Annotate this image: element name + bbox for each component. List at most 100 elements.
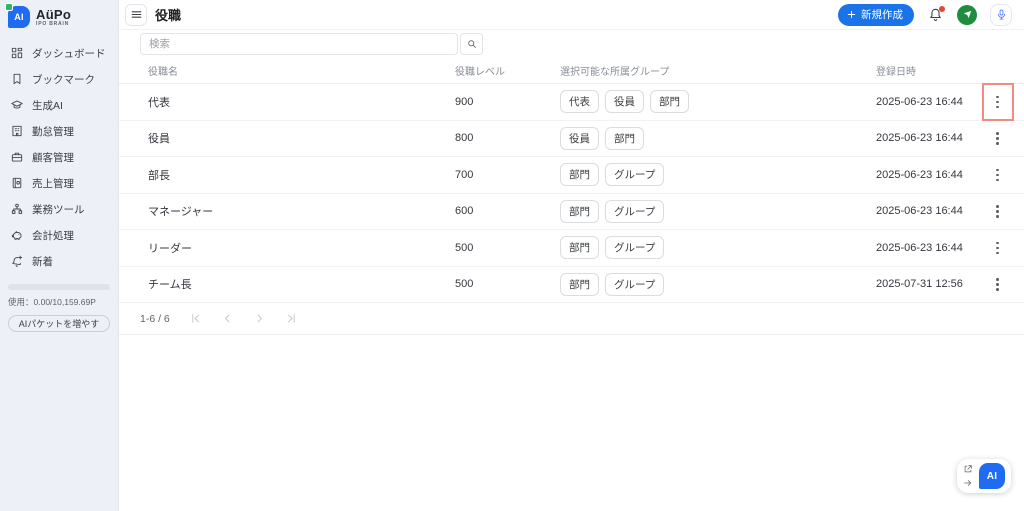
sidebar-item-bookmarks[interactable]: ブックマーク bbox=[0, 66, 118, 92]
ai-assistant-button[interactable]: AI bbox=[979, 463, 1005, 489]
table-row[interactable]: マネージャー 600 部門グループ 2025-06-23 16:44 bbox=[119, 194, 1024, 231]
row-kebab-menu-button[interactable] bbox=[987, 91, 1009, 113]
table-row[interactable]: 役員 800 役員部門 2025-06-23 16:44 bbox=[119, 121, 1024, 158]
row-kebab-menu-button[interactable] bbox=[987, 127, 1009, 149]
kebab-dot bbox=[996, 278, 999, 281]
ledger-icon bbox=[10, 176, 24, 190]
ai-bubble-text: AI bbox=[987, 471, 998, 482]
page-title: 役職 bbox=[155, 5, 181, 24]
registered-at: 2025-07-31 12:56 bbox=[876, 278, 971, 290]
hamburger-menu-button[interactable] bbox=[125, 4, 147, 26]
briefcase-icon bbox=[10, 150, 24, 164]
increase-ai-packets-button[interactable]: AIパケットを増やす bbox=[8, 315, 110, 332]
last-page-button[interactable] bbox=[285, 312, 298, 325]
building-icon bbox=[10, 124, 24, 138]
group-chip: グループ bbox=[605, 236, 664, 259]
first-page-icon bbox=[189, 312, 202, 325]
kebab-dot bbox=[996, 179, 999, 182]
role-level: 500 bbox=[455, 242, 560, 254]
row-kebab-menu-button[interactable] bbox=[987, 200, 1009, 222]
search-input[interactable] bbox=[140, 33, 458, 55]
role-name: マネージャー bbox=[148, 203, 455, 219]
table-row[interactable]: チーム長 500 部門グループ 2025-07-31 12:56 bbox=[119, 267, 1024, 304]
sidebar-item-generative-ai[interactable]: 生成AI bbox=[0, 92, 118, 118]
hamburger-icon bbox=[130, 8, 143, 21]
group-chips: 部門グループ bbox=[560, 163, 876, 186]
table-row[interactable]: 部長 700 部門グループ 2025-06-23 16:44 bbox=[119, 157, 1024, 194]
sidebar-item-business-tools[interactable]: 業務ツール bbox=[0, 196, 118, 222]
send-status-icon bbox=[962, 9, 973, 20]
role-level: 800 bbox=[455, 132, 560, 144]
column-header-role-name: 役職名 bbox=[148, 63, 455, 78]
brand-subtitle: IPO BRAIN bbox=[36, 22, 71, 27]
logo-bubble-text: AI bbox=[14, 12, 24, 22]
microphone-icon bbox=[995, 8, 1008, 21]
search-button[interactable] bbox=[460, 33, 483, 55]
role-level: 500 bbox=[455, 278, 560, 290]
main-content: 役職 新規作成 bbox=[119, 0, 1024, 511]
sidebar-item-whats-new[interactable]: 新着 bbox=[0, 248, 118, 274]
column-header-groups: 選択可能な所属グループ bbox=[560, 63, 876, 78]
sidebar-item-label: ダッシュボード bbox=[32, 46, 106, 61]
sidebar-item-label: 顧客管理 bbox=[32, 150, 74, 165]
logo[interactable]: AI AüPo IPO BRAIN bbox=[0, 0, 118, 32]
send-status-button[interactable] bbox=[957, 5, 977, 25]
chevron-left-icon bbox=[221, 312, 234, 325]
ai-assistant-widget[interactable]: AI bbox=[957, 459, 1011, 493]
notifications-button[interactable] bbox=[927, 6, 944, 24]
group-chip: 役員 bbox=[605, 90, 644, 113]
previous-page-button[interactable] bbox=[221, 312, 234, 325]
sidebar-item-sales[interactable]: 売上管理 bbox=[0, 170, 118, 196]
registered-at: 2025-06-23 16:44 bbox=[876, 96, 971, 108]
sidebar-item-dashboard[interactable]: ダッシュボード bbox=[0, 40, 118, 66]
row-kebab-menu-button[interactable] bbox=[987, 237, 1009, 259]
row-kebab-menu-button[interactable] bbox=[987, 273, 1009, 295]
next-page-button[interactable] bbox=[253, 312, 266, 325]
row-actions bbox=[971, 84, 1024, 120]
usage-text: 使用：0.00/10,159.69P bbox=[8, 296, 110, 308]
plus-icon bbox=[846, 9, 857, 20]
group-chip: 代表 bbox=[560, 90, 599, 113]
usage-block: 使用：0.00/10,159.69P AIパケットを増やす bbox=[0, 276, 118, 332]
table-body: 代表 900 代表役員部門 2025-06-23 16:44 役員 800 役員… bbox=[119, 84, 1024, 303]
topbar: 役職 新規作成 bbox=[119, 0, 1024, 30]
piggy-bank-icon bbox=[10, 228, 24, 242]
open-in-new-icon[interactable] bbox=[963, 464, 973, 474]
registered-at: 2025-06-23 16:44 bbox=[876, 242, 971, 254]
registered-at: 2025-06-23 16:44 bbox=[876, 132, 971, 144]
kebab-dot bbox=[996, 142, 999, 145]
row-actions bbox=[971, 230, 1024, 266]
bell-plus-icon bbox=[10, 254, 24, 268]
group-chips: 部門グループ bbox=[560, 236, 876, 259]
sidebar-item-accounting[interactable]: 会計処理 bbox=[0, 222, 118, 248]
group-chips: 部門グループ bbox=[560, 200, 876, 223]
microphone-button[interactable] bbox=[990, 4, 1012, 26]
table-row[interactable]: 代表 900 代表役員部門 2025-06-23 16:44 bbox=[119, 84, 1024, 121]
sidebar-item-label: 業務ツール bbox=[32, 202, 85, 217]
create-new-button[interactable]: 新規作成 bbox=[838, 4, 914, 26]
kebab-dot bbox=[996, 252, 999, 255]
search-icon bbox=[466, 38, 478, 50]
group-chip: 部門 bbox=[605, 127, 644, 150]
arrow-right-icon[interactable] bbox=[963, 478, 973, 488]
first-page-button[interactable] bbox=[189, 312, 202, 325]
group-chip: 部門 bbox=[650, 90, 689, 113]
group-chips: 役員部門 bbox=[560, 127, 876, 150]
row-kebab-menu-button[interactable] bbox=[987, 164, 1009, 186]
kebab-dot bbox=[996, 137, 999, 140]
kebab-dot bbox=[996, 210, 999, 213]
registered-at: 2025-06-23 16:44 bbox=[876, 205, 971, 217]
org-chart-icon bbox=[10, 202, 24, 216]
group-chip: 役員 bbox=[560, 127, 599, 150]
sidebar-item-attendance[interactable]: 勤怠管理 bbox=[0, 118, 118, 144]
role-level: 700 bbox=[455, 169, 560, 181]
pagination: 1-6 / 6 bbox=[119, 303, 1024, 335]
kebab-dot bbox=[996, 242, 999, 245]
group-chip: 部門 bbox=[560, 200, 599, 223]
group-chips: 代表役員部門 bbox=[560, 90, 876, 113]
table-row[interactable]: リーダー 500 部門グループ 2025-06-23 16:44 bbox=[119, 230, 1024, 267]
sidebar-item-customers[interactable]: 顧客管理 bbox=[0, 144, 118, 170]
assistant-mini-actions bbox=[963, 464, 973, 488]
sidebar: AI AüPo IPO BRAIN ダッシュボード ブックマーク 生成AI bbox=[0, 0, 119, 511]
kebab-dot bbox=[996, 174, 999, 177]
